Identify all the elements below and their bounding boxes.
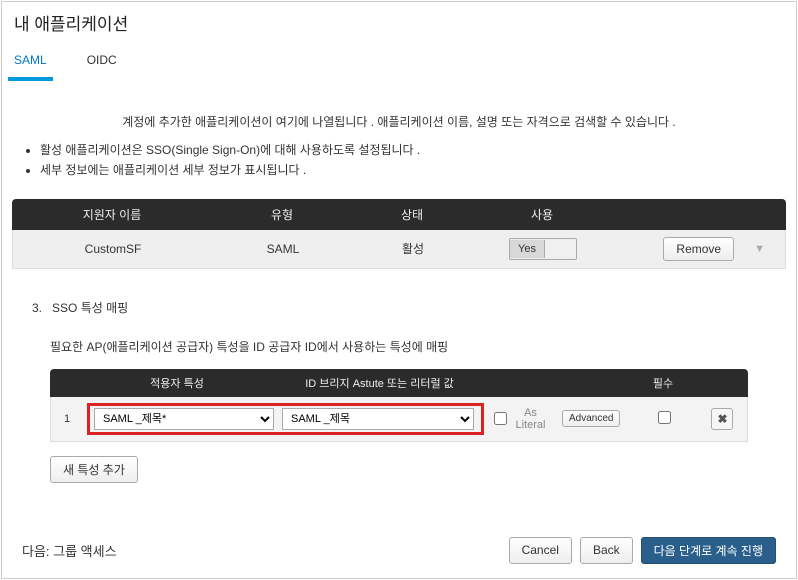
- mapping-col-req: 필수: [625, 369, 701, 397]
- app-table-header: 지원자 이름 유형 상태 사용: [12, 199, 786, 230]
- col-header-type: 유형: [212, 199, 352, 230]
- advanced-button[interactable]: Advanced: [562, 410, 620, 427]
- mapping-row: 1 SAML _제목* SAML _제목: [50, 397, 748, 442]
- step-title: SSO 특성 매핑: [52, 301, 128, 315]
- page-title: 내 애플리케이션: [2, 2, 796, 39]
- app-table-row: CustomSF SAML 활성 Yes Remove ▼: [12, 230, 786, 269]
- tab-bar: SAML OIDC: [2, 39, 796, 74]
- back-button[interactable]: Back: [580, 537, 633, 564]
- col-header-status: 상태: [352, 199, 472, 230]
- delete-row-button[interactable]: ✖: [711, 408, 733, 430]
- cancel-button[interactable]: Cancel: [509, 537, 572, 564]
- app-name-cell: CustomSF: [13, 235, 213, 263]
- toggle-yes-label: Yes: [510, 240, 545, 258]
- step-number: 3.: [32, 301, 42, 315]
- tab-saml[interactable]: SAML: [10, 47, 51, 73]
- step-heading: 3. SSO 특성 매핑: [2, 269, 796, 322]
- remove-button[interactable]: Remove: [663, 237, 734, 261]
- id-attribute-select[interactable]: SAML _제목: [282, 408, 474, 430]
- highlight-box: SAML _제목* SAML _제목: [87, 403, 484, 435]
- bullet-item: 활성 애플리케이션은 SSO(Single Sign-On)에 대해 사용하도록…: [40, 140, 776, 160]
- mapping-row-index: 1: [51, 409, 83, 429]
- col-header-actions: [612, 199, 786, 230]
- as-literal-label: As Literal: [511, 407, 550, 431]
- intro-text: 계정에 추가한 애플리케이션이 여기에 나열됩니다 . 애플리케이션 이름, 설…: [2, 75, 796, 136]
- mapping-header: 적용자 특성 ID 브리지 Astute 또는 리터럴 값 필수: [50, 369, 748, 397]
- mapping-col-app: 적용자 특성: [82, 369, 272, 397]
- continue-button[interactable]: 다음 단계로 계속 진행: [641, 537, 776, 564]
- as-literal-checkbox[interactable]: [494, 412, 507, 425]
- col-header-name: 지원자 이름: [12, 199, 212, 230]
- intro-bullets: 활성 애플리케이션은 SSO(Single Sign-On)에 대해 사용하도록…: [2, 136, 796, 199]
- step-description: 필요한 AP(애플리케이션 공급자) 특성을 ID 공급자 ID에서 사용하는 …: [2, 322, 796, 369]
- mapping-col-id: ID 브리지 Astute 또는 리터럴 값: [272, 369, 487, 397]
- app-attribute-select[interactable]: SAML _제목*: [94, 408, 274, 430]
- app-type-cell: SAML: [213, 235, 353, 263]
- tab-oidc[interactable]: OIDC: [83, 47, 121, 73]
- next-step-label: 다음: 그룹 액세스: [22, 541, 117, 560]
- required-checkbox[interactable]: [658, 411, 671, 424]
- app-status-cell: 활성: [353, 233, 473, 264]
- col-header-use: 사용: [472, 199, 612, 230]
- use-toggle[interactable]: Yes: [509, 238, 577, 260]
- bullet-item: 세부 정보에는 애플리케이션 세부 정보가 표시됩니다 .: [40, 160, 776, 180]
- add-attribute-button[interactable]: 새 특성 추가: [50, 456, 138, 483]
- chevron-down-icon[interactable]: ▼: [744, 239, 775, 259]
- close-icon: ✖: [717, 412, 727, 426]
